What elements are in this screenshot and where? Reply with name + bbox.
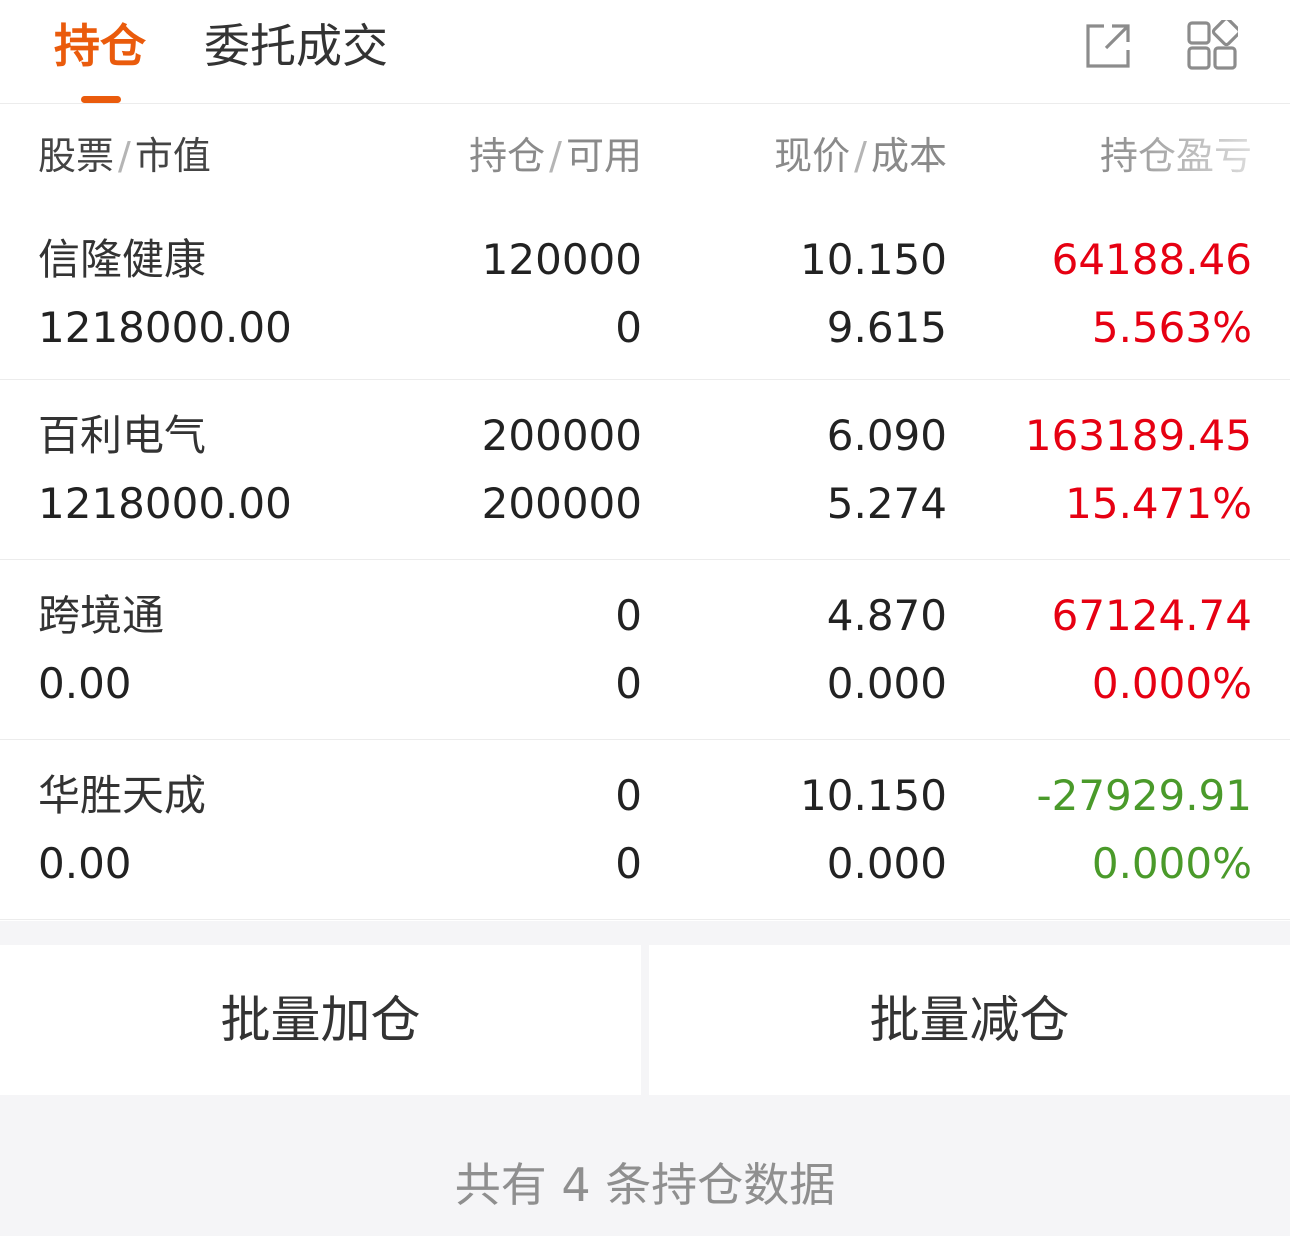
market-value: 0.00: [38, 839, 132, 888]
table-row[interactable]: 百利电气 1218000.00 200000 200000 6.090 5.27…: [0, 380, 1290, 560]
cost-price: 0.000: [826, 659, 947, 708]
profit-loss: -27929.91: [1036, 771, 1252, 820]
header-stock: 股票: [38, 134, 115, 178]
section-gap: [0, 921, 1290, 945]
market-value: 0.00: [38, 659, 132, 708]
holdings-list: 信隆健康 1218000.00 120000 0 10.150 9.615 64…: [0, 204, 1290, 920]
position-qty: 120000: [481, 235, 642, 284]
header-cost: 成本: [870, 134, 947, 178]
cost-price: 9.615: [826, 303, 947, 352]
available-qty: 0: [615, 659, 642, 708]
tab-holdings[interactable]: 持仓: [54, 14, 146, 78]
available-qty: 0: [615, 839, 642, 888]
top-tab-bar: 持仓 委托成交: [0, 0, 1290, 104]
position-qty: 0: [615, 591, 642, 640]
header-available: 可用: [565, 134, 642, 178]
tab-orders[interactable]: 委托成交: [204, 14, 388, 78]
table-row[interactable]: 华胜天成 0.00 0 0 10.150 0.000 -27929.91 0.0…: [0, 740, 1290, 920]
header-stock-market-value: 股票 / 市值: [38, 132, 211, 180]
header-position-available: 持仓 / 可用: [469, 132, 642, 180]
batch-add-button[interactable]: 批量加仓: [0, 945, 641, 1095]
header-pl-label: 持仓盈亏: [1099, 134, 1252, 178]
header-market-value: 市值: [134, 134, 211, 178]
market-value: 1218000.00: [38, 303, 292, 352]
cost-price: 5.274: [826, 479, 947, 528]
profit-loss-pct: 15.471%: [1065, 479, 1252, 528]
market-value: 1218000.00: [38, 479, 292, 528]
current-price: 6.090: [826, 411, 947, 460]
header-separator: /: [549, 134, 562, 178]
header-separator: /: [854, 134, 867, 178]
available-qty: 200000: [481, 479, 642, 528]
share-icon[interactable]: [1082, 20, 1134, 72]
batch-action-bar: 批量加仓 批量减仓: [0, 945, 1290, 1095]
header-price-cost: 现价 / 成本: [774, 132, 947, 180]
profit-loss-pct: 0.000%: [1091, 839, 1252, 888]
batch-reduce-button[interactable]: 批量减仓: [649, 945, 1290, 1095]
cost-price: 0.000: [826, 839, 947, 888]
profit-loss: 64188.46: [1051, 235, 1252, 284]
stock-name: 跨境通: [38, 591, 165, 640]
stock-name: 华胜天成: [38, 771, 207, 820]
current-price: 10.150: [800, 771, 947, 820]
current-price: 10.150: [800, 235, 947, 284]
active-tab-indicator: [81, 96, 121, 103]
grid-icon[interactable]: [1186, 17, 1241, 72]
header-pl[interactable]: 持仓盈亏: [1100, 132, 1252, 180]
profit-loss-pct: 5.563%: [1091, 303, 1252, 352]
header-separator: /: [118, 134, 131, 178]
holdings-summary: 共有 4 条持仓数据: [0, 1095, 1290, 1236]
current-price: 4.870: [826, 591, 947, 640]
column-header: 股票 / 市值 持仓 / 可用 现价 / 成本 持仓盈亏: [0, 104, 1290, 204]
position-qty: 200000: [481, 411, 642, 460]
table-row[interactable]: 跨境通 0.00 0 0 4.870 0.000 67124.74 0.000%: [0, 560, 1290, 740]
holdings-page: 持仓 委托成交 股票 / 市值 持仓 / 可用 现价 / 成本 持仓盈亏 信隆健…: [0, 0, 1290, 1236]
stock-name: 百利电气: [38, 411, 207, 460]
position-qty: 0: [615, 771, 642, 820]
stock-name: 信隆健康: [38, 235, 207, 284]
profit-loss: 67124.74: [1051, 591, 1252, 640]
table-row[interactable]: 信隆健康 1218000.00 120000 0 10.150 9.615 64…: [0, 204, 1290, 380]
profit-loss: 163189.45: [1024, 411, 1252, 460]
header-price: 现价: [774, 134, 851, 178]
available-qty: 0: [615, 303, 642, 352]
header-position: 持仓: [469, 134, 546, 178]
profit-loss-pct: 0.000%: [1091, 659, 1252, 708]
